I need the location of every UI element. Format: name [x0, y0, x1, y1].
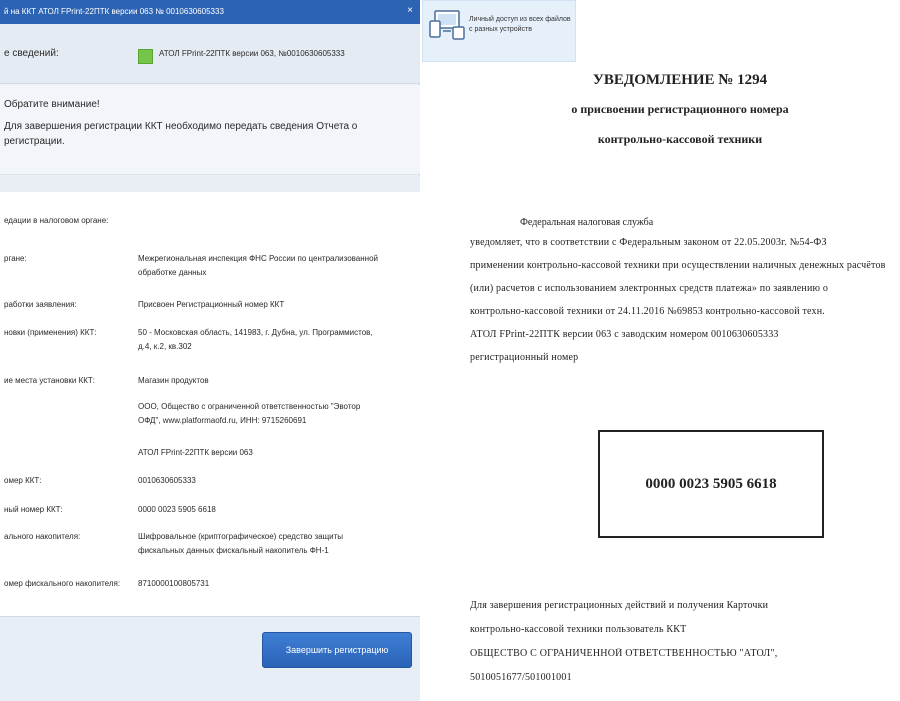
document-subtitle: контрольно-кассовой техники [597, 132, 763, 146]
detail-label: ргане: [4, 254, 27, 263]
detail-value: 8710000100805731 [138, 579, 210, 588]
document-line: 5010051677/501001001 [470, 672, 572, 683]
detail-value: АТОЛ FPrint-22ПТК версии 063 [138, 448, 253, 457]
document-title: УВЕДОМЛЕНИЕ № 1294 [592, 72, 768, 88]
dialog-titlebar: й на ККТ АТОЛ FPrint-22ПТК версии 063 № … [0, 0, 420, 24]
detail-value: 0000 0023 5905 6618 [138, 505, 216, 514]
registration-number-box: 0000 0023 5905 6618 [598, 430, 824, 538]
status-indicator [138, 49, 153, 64]
document-line: контрольно-кассовой техники от 24.11.201… [470, 306, 825, 317]
detail-label: омер фискального накопителя: [4, 579, 121, 588]
document-line: Для завершения регистрационных действий … [470, 600, 769, 611]
document-line: контрольно-кассовой техники пользователь… [470, 624, 687, 635]
detail-label: ный номер ККТ: [4, 505, 63, 514]
detail-value: ООО, Общество с ограниченной ответственн… [138, 402, 361, 425]
detail-value: Магазин продуктов [138, 376, 209, 385]
detail-value: 50 - Московская область, 141983, г. Дубн… [138, 328, 373, 351]
detail-value: Межрегиональная инспекция ФНС России по … [138, 254, 379, 277]
document-line: АТОЛ FPrint-22ПТК версии 063 с заводским… [470, 329, 779, 340]
details-heading: едации в налоговом органе: [4, 216, 109, 225]
quick-access-text: Личный доступ из всех файлов с разных ус… [469, 16, 571, 33]
document-line: применении контрольно-кассовой техники п… [470, 260, 886, 271]
notice-body: Для завершения регистрации ККТ необходим… [4, 121, 358, 147]
detail-label: ие места установки ККТ: [4, 376, 96, 385]
detail-value: Присвоен Регистрационный номер ККТ [138, 300, 285, 309]
detail-label: новки (применения) ККТ: [4, 328, 97, 337]
status-label: е сведений: [4, 48, 59, 59]
document-org: Федеральная налоговая служба [520, 217, 654, 228]
notice-title: Обратите внимание! [4, 99, 100, 110]
notice-panel: Обратите внимание! Для завершения регист… [0, 85, 420, 175]
finish-registration-button[interactable]: Завершить регистрацию [262, 632, 412, 668]
detail-value: 0010630605333 [138, 476, 196, 485]
document-line: регистрационный номер [470, 352, 579, 363]
detail-value: Шифровальное (криптографическое) средств… [138, 532, 344, 555]
registration-number: 0000 0023 5905 6618 [645, 476, 777, 492]
document-line: ОБЩЕСТВО С ОГРАНИЧЕННОЙ ОТВЕТСТВЕННОСТЬЮ… [470, 648, 778, 659]
quick-access-tile[interactable]: Личный доступ из всех файлов с разных ус… [422, 0, 576, 62]
detail-label: работки заявления: [4, 300, 77, 309]
devices-icon [429, 10, 465, 40]
document-line: (или) расчетов с использованием электрон… [470, 283, 829, 294]
close-icon[interactable]: × [403, 3, 417, 19]
status-text: АТОЛ FPrint-22ПТК версии 063, №001063060… [159, 49, 345, 58]
registration-dialog: й на ККТ АТОЛ FPrint-22ПТК версии 063 № … [0, 0, 420, 701]
status-row: е сведений: АТОЛ FPrint-22ПТК версии 063… [0, 24, 420, 84]
detail-label: ального накопителя: [4, 532, 81, 541]
document-line: уведомляет, что в соответствии с Федерал… [470, 237, 827, 248]
detail-label: омер ККТ: [4, 476, 42, 485]
dialog-title: й на ККТ АТОЛ FPrint-22ПТК версии 063 № … [4, 7, 224, 16]
document-subtitle: о присвоении регистрационного номера [571, 102, 789, 116]
notification-document: УВЕДОМЛЕНИЕ № 1294 о присвоении регистра… [420, 62, 900, 700]
